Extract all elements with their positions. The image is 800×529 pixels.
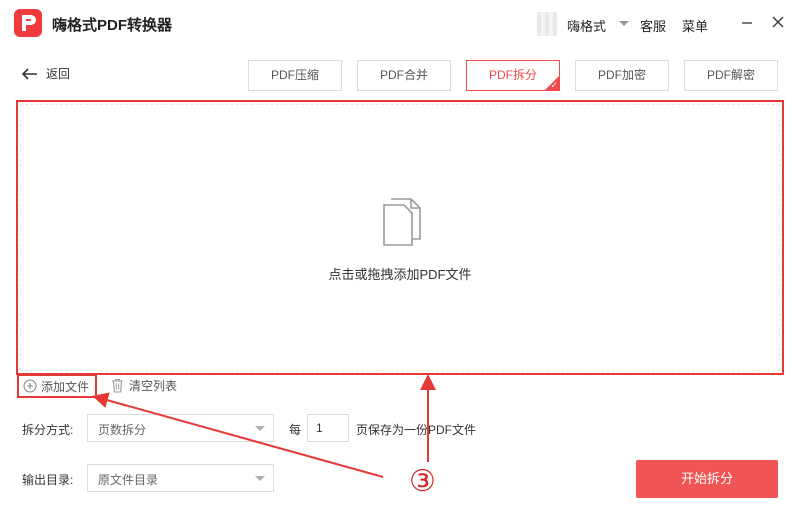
user-name[interactable]: 嗨格式: [567, 16, 606, 35]
tab-pdf-merge[interactable]: PDF合并: [357, 60, 451, 91]
minimize-icon[interactable]: [739, 14, 755, 30]
output-dir-value: 原文件目录: [98, 473, 159, 487]
customer-service-link[interactable]: 客服: [640, 16, 666, 35]
clear-list-button[interactable]: 清空列表: [111, 377, 177, 394]
split-mode-label: 拆分方式:: [22, 423, 74, 437]
app-logo-icon: [14, 9, 42, 37]
start-split-button[interactable]: 开始拆分: [636, 460, 778, 498]
plus-circle-icon: [23, 379, 37, 393]
arrow-left-icon: [22, 67, 37, 80]
tab-pdf-decrypt[interactable]: PDF解密: [684, 60, 778, 91]
close-icon[interactable]: [770, 14, 786, 30]
app-title: 嗨格式PDF转换器: [52, 17, 173, 34]
annotation-step-number: ③: [409, 464, 436, 499]
add-file-button[interactable]: 添加文件: [17, 374, 98, 398]
clear-list-label: 清空列表: [129, 379, 178, 393]
chevron-down-icon[interactable]: [619, 21, 629, 26]
tab-pdf-compress[interactable]: PDF压缩: [248, 60, 342, 91]
file-dropzone[interactable]: 点击或拖拽添加PDF文件: [16, 100, 784, 375]
check-icon: ✓: [550, 80, 558, 90]
split-mode-select[interactable]: 页数拆分: [87, 414, 274, 442]
pages-per-file-input[interactable]: [307, 414, 349, 442]
menu-link[interactable]: 菜单: [682, 16, 708, 35]
documents-icon: [383, 198, 421, 246]
tab-pdf-split-label: PDF拆分: [488, 68, 537, 82]
chevron-down-icon: [255, 476, 265, 481]
tab-pdf-encrypt[interactable]: PDF加密: [575, 60, 669, 91]
tab-pdf-split[interactable]: PDF拆分 ✓: [466, 60, 560, 91]
back-label: 返回: [46, 67, 71, 81]
output-dir-select[interactable]: 原文件目录: [87, 464, 274, 492]
back-button[interactable]: 返回: [22, 65, 70, 82]
add-file-label: 添加文件: [41, 379, 90, 394]
split-mode-value: 页数拆分: [98, 423, 147, 437]
title-bar: 嗨格式PDF转换器 嗨格式 客服 菜单: [0, 0, 800, 46]
trash-icon: [112, 378, 123, 393]
pages-suffix-label: 页保存为一份PDF文件: [356, 423, 477, 437]
output-dir-label: 输出目录:: [22, 473, 74, 487]
chevron-down-icon: [255, 426, 265, 431]
every-label: 每: [289, 423, 302, 437]
avatar[interactable]: [537, 12, 557, 36]
dropzone-text: 点击或拖拽添加PDF文件: [328, 267, 472, 282]
